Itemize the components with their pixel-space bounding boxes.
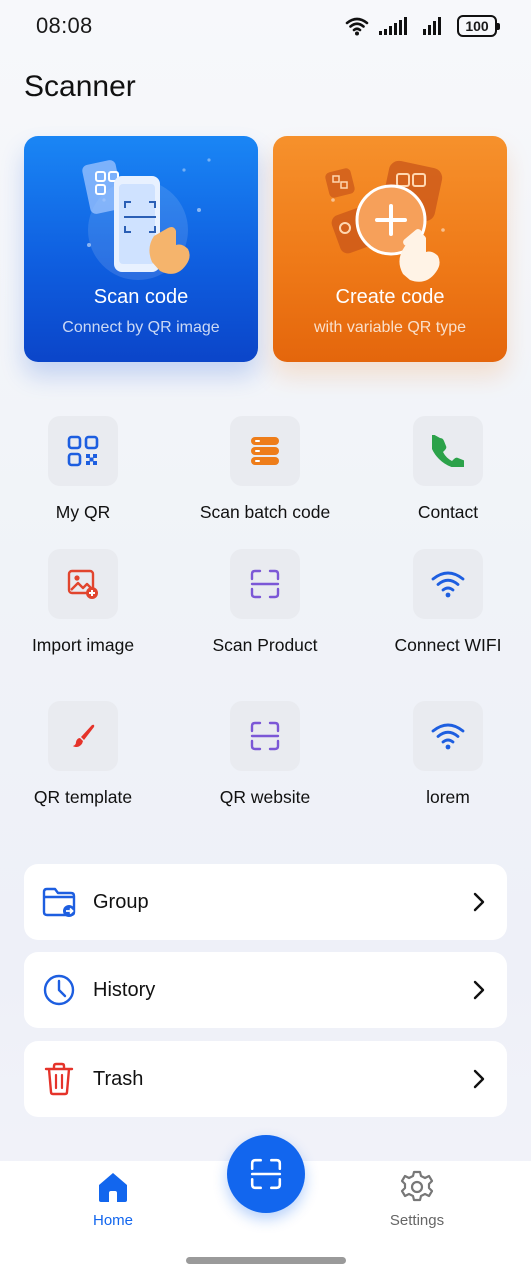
- image-add-icon: [67, 569, 98, 599]
- phone-icon: [432, 435, 464, 467]
- grid-item-my-qr[interactable]: My QR: [0, 416, 173, 523]
- nav-settings[interactable]: Settings: [367, 1169, 467, 1229]
- nav-home-label: Home: [92, 1212, 133, 1229]
- chevron-right-icon: [473, 1069, 485, 1089]
- qr-template-label: QR template: [33, 787, 133, 807]
- create-code-title: Create code: [335, 286, 445, 308]
- chevron-right-icon: [473, 980, 485, 1000]
- scan-code-card[interactable]: Scan code Connect by QR image: [24, 136, 258, 362]
- scan-code-title: Scan code: [93, 286, 189, 308]
- connect-wifi-tile[interactable]: [413, 549, 483, 619]
- scan-product-label: Scan Product: [212, 635, 318, 655]
- qr-code-icon: [67, 435, 99, 467]
- signal-icon: [379, 17, 407, 35]
- create-code-card[interactable]: Create code with variable QR type: [273, 136, 507, 362]
- scan-frame-icon: [250, 1158, 282, 1190]
- grid-item-qr-template[interactable]: QR template: [0, 701, 173, 808]
- qr-website-tile[interactable]: [230, 701, 300, 771]
- home-icon: [99, 1173, 127, 1202]
- wifi-icon: [431, 723, 465, 750]
- chevron-right-icon: [473, 892, 485, 912]
- history-label: History: [93, 978, 156, 1001]
- lorem-tile[interactable]: [413, 701, 483, 771]
- wifi-status-icon: [345, 17, 369, 36]
- clock-icon: [41, 972, 77, 1008]
- grid-item-scan-batch-code[interactable]: Scan batch code: [175, 416, 355, 523]
- qr-website-label: QR website: [219, 787, 311, 807]
- stack-icon: [251, 437, 279, 465]
- battery-icon: 100: [457, 15, 500, 37]
- gear-icon: [400, 1170, 434, 1202]
- contact-tile[interactable]: [413, 416, 483, 486]
- status-time: 08:08: [36, 13, 93, 38]
- history-row[interactable]: History: [24, 952, 507, 1028]
- grid-item-scan-product[interactable]: Scan Product: [175, 549, 355, 656]
- nav-home[interactable]: Home: [63, 1169, 163, 1229]
- trash-label: Trash: [93, 1067, 144, 1090]
- create-code-illustration: [325, 160, 445, 282]
- scan-phone-illustration: [82, 158, 211, 280]
- grid-item-connect-wifi[interactable]: Connect WIFI: [358, 549, 531, 656]
- status-bar: 08:08 100: [0, 0, 531, 54]
- import-image-tile[interactable]: [48, 549, 118, 619]
- grid-item-import-image[interactable]: Import image: [0, 549, 173, 656]
- brush-icon: [73, 724, 95, 747]
- nav-settings-label: Settings: [389, 1212, 445, 1229]
- scan-batch-tile[interactable]: [230, 416, 300, 486]
- wifi-icon: [431, 571, 465, 598]
- trash-icon: [41, 1061, 77, 1097]
- create-code-subtitle: with variable QR type: [313, 319, 467, 336]
- lorem-label: lorem: [426, 787, 470, 807]
- trash-row[interactable]: Trash: [24, 1041, 507, 1117]
- group-row[interactable]: Group: [24, 864, 507, 940]
- contact-label: Contact: [417, 502, 479, 522]
- grid-item-contact[interactable]: Contact: [358, 416, 531, 523]
- scan-frame-icon: [250, 569, 280, 599]
- scan-fab-button[interactable]: [227, 1135, 305, 1213]
- connect-wifi-label: Connect WIFI: [394, 635, 502, 655]
- group-label: Group: [93, 890, 149, 913]
- scan-frame-icon: [250, 721, 280, 751]
- my-qr-tile[interactable]: [48, 416, 118, 486]
- folder-icon: [41, 884, 77, 920]
- import-image-label: Import image: [31, 635, 135, 655]
- page-title: Scanner: [24, 70, 136, 103]
- scan-batch-label: Scan batch code: [199, 502, 331, 522]
- grid-item-lorem[interactable]: lorem: [358, 701, 531, 808]
- home-indicator[interactable]: [186, 1257, 346, 1264]
- status-icons: 100: [345, 15, 500, 37]
- scan-product-tile[interactable]: [230, 549, 300, 619]
- signal-icon-2: [423, 17, 441, 35]
- my-qr-label: My QR: [55, 502, 111, 522]
- scan-code-subtitle: Connect by QR image: [62, 319, 220, 336]
- battery-level: 100: [465, 18, 489, 34]
- qr-template-tile[interactable]: [48, 701, 118, 771]
- grid-item-qr-website[interactable]: QR website: [175, 701, 355, 808]
